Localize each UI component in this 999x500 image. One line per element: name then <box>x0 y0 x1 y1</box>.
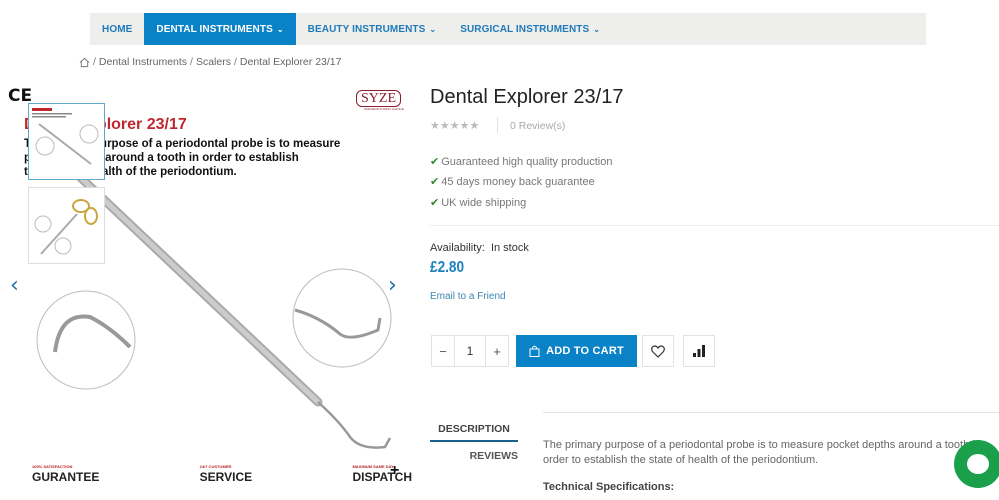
nav-beauty-instruments[interactable]: BEAUTY INSTRUMENTS ⌄ <box>296 13 449 45</box>
brand-tagline: SURGEON'S FIRST CHOICE <box>364 107 404 111</box>
add-to-cart-label: ADD TO CART <box>546 345 624 357</box>
main-nav: HOME DENTAL INSTRUMENTS ⌄ BEAUTY INSTRUME… <box>90 13 926 45</box>
badge-big: SERVICE <box>199 470 253 484</box>
badge-small: 100% SATISFACTION <box>32 464 73 469</box>
chevron-down-icon: ⌄ <box>593 24 601 34</box>
feature-text: Guaranteed high quality production <box>441 156 613 168</box>
breadcrumb-separator: / <box>233 56 237 68</box>
bar-chart-icon <box>693 345 705 357</box>
breadcrumb-separator: / <box>190 56 193 68</box>
spec-heading: Technical Specifications: <box>543 481 675 493</box>
feature-item: ✔ 45 days money back guarantee <box>430 172 612 192</box>
description-text: The primary purpose of a periodontal pro… <box>543 439 981 466</box>
chevron-down-icon: ⌄ <box>429 24 437 34</box>
brand-logo: SYZE <box>356 90 401 107</box>
nav-label: SURGICAL INSTRUMENTS <box>460 23 590 35</box>
check-icon: ✔ <box>430 176 440 189</box>
zoom-plus-icon[interactable]: + <box>390 462 399 480</box>
quantity-decrease-button[interactable]: − <box>432 336 454 366</box>
feature-text: UK wide shipping <box>441 196 527 209</box>
nav-label: HOME <box>102 23 133 35</box>
availability: Availability: In stock <box>430 242 529 254</box>
nav-label: DENTAL INSTRUMENTS <box>156 23 273 35</box>
thumbnail-2[interactable] <box>28 187 105 264</box>
service-badges: 100% SATISFACTION GURANTEE 24/7 CUSTOMER S… <box>32 465 412 485</box>
chat-bubble-icon <box>967 454 989 474</box>
check-icon: ✔ <box>430 156 440 168</box>
thumbnail-1[interactable] <box>28 103 105 180</box>
badge-big: GURANTEE <box>32 470 100 484</box>
chat-widget-button[interactable] <box>954 440 999 488</box>
feature-list: ✔ Guaranteed high quality production ✔ 45 … <box>430 152 612 213</box>
rating-divider <box>497 117 498 133</box>
quantity-increase-button[interactable]: + <box>486 336 508 366</box>
availability-value: In stock <box>490 242 529 254</box>
badge-guarantee: 100% SATISFACTION GURANTEE <box>32 465 99 485</box>
breadcrumb-dental-instruments[interactable]: Dental Instruments <box>99 56 187 68</box>
thumbnail-image <box>34 199 98 255</box>
chevron-down-icon: ⌄ <box>276 24 284 34</box>
availability-label: Availability: <box>430 242 485 254</box>
quantity-stepper: − 1 + <box>431 335 509 367</box>
breadcrumb: / Dental Instruments / Scalers / Dental … <box>79 56 341 68</box>
product-title: Dental Explorer 23/17 <box>430 86 624 108</box>
tab-description[interactable]: DESCRIPTION <box>430 418 518 442</box>
feature-item: ✔ Guaranteed high quality production <box>430 152 612 172</box>
check-icon: ✔ <box>430 196 440 209</box>
badge-big: DISPATCH <box>352 470 412 484</box>
badge-small: MAXIMUM SAME DAY <box>352 464 394 469</box>
shopping-bag-icon <box>529 345 540 357</box>
heart-icon <box>651 344 665 358</box>
add-to-cart-button[interactable]: ADD TO CART <box>516 335 637 367</box>
product-price: £2.80 <box>430 259 465 276</box>
feature-text: 45 days money back guarantee <box>441 176 595 189</box>
product-tabs: DESCRIPTION REVIEWS <box>430 418 518 470</box>
wishlist-button[interactable] <box>642 335 674 367</box>
email-friend-link[interactable]: Email to a Friend <box>430 291 506 302</box>
nav-label: BEAUTY INSTRUMENTS <box>307 23 426 35</box>
chevron-right-icon[interactable]: › <box>388 273 397 298</box>
breadcrumb-current: Dental Explorer 23/17 <box>239 56 342 68</box>
divider <box>430 225 999 226</box>
rating-stars: ★★★★★ <box>430 120 480 132</box>
thumbnail-image <box>32 108 99 165</box>
nav-dental-instruments[interactable]: DENTAL INSTRUMENTS ⌄ <box>144 13 296 45</box>
chevron-left-icon[interactable]: ‹ <box>10 273 19 298</box>
compare-button[interactable] <box>683 335 715 367</box>
badge-dispatch: MAXIMUM SAME DAY DISPATCH <box>352 465 412 485</box>
reviews-link[interactable]: 0 Review(s) <box>510 120 565 132</box>
site-tagline: SURGEON'S FIRST CHOICE <box>107 0 193 2</box>
breadcrumb-scalers[interactable]: Scalers <box>196 56 231 68</box>
breadcrumb-separator: / <box>93 56 96 68</box>
badge-service: 24/7 CUSTOMER SERVICE <box>200 465 252 485</box>
badge-small: 24/7 CUSTOMER <box>199 464 232 469</box>
nav-home[interactable]: HOME <box>90 13 144 45</box>
tab-reviews[interactable]: REVIEWS <box>430 442 518 470</box>
quantity-input[interactable]: 1 <box>454 336 486 366</box>
feature-item: ✔ UK wide shipping <box>430 193 612 213</box>
home-icon[interactable] <box>79 57 90 68</box>
nav-surgical-instruments[interactable]: SURGICAL INSTRUMENTS ⌄ <box>448 13 612 45</box>
divider <box>543 412 999 413</box>
